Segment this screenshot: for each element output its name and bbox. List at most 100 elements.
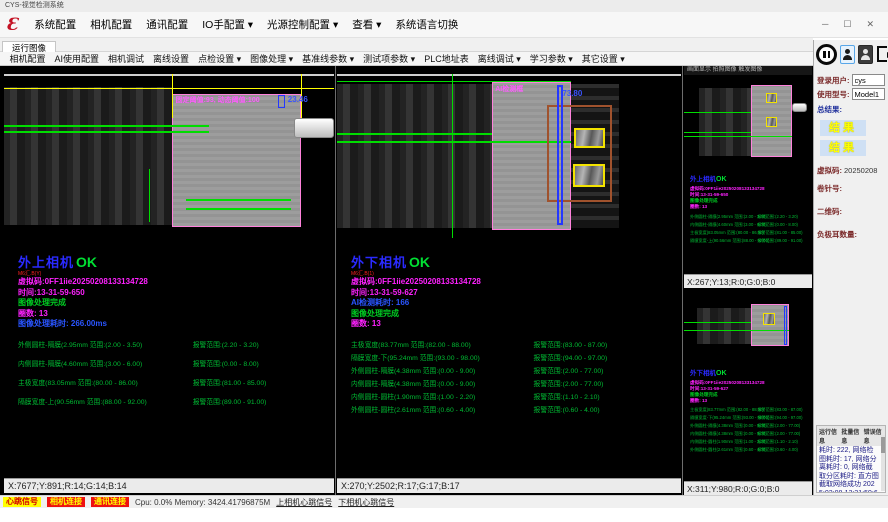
measurement-row: 隔膜宽度-下(95.24mm 范围:(93.00 - 98.00)报警范围:(9…: [351, 352, 677, 365]
panel-separator: [682, 66, 683, 495]
green-baseline: [186, 199, 292, 201]
close-icon[interactable]: ✕: [866, 19, 874, 30]
lower-camera-heartbeat-link[interactable]: 下相机心跳信号: [338, 497, 394, 508]
time-line: 时间:13-31-59-650: [18, 288, 330, 299]
measurement-row: 隔膜宽度-上(90.56mm 范围:(88.00 - 92.00)报警范围:(8…: [18, 396, 330, 415]
yellow-guide-line: [172, 74, 173, 118]
measure-value-label: 73.80: [562, 89, 582, 98]
sidebar-buttons: [814, 40, 888, 67]
result-box-lower: 结果: [820, 140, 866, 156]
menu-bar: Ɛ 系统配置 相机配置 通讯配置 IO手配置 ▾ 光源控制配置 ▾ 查看 ▾ 系…: [0, 12, 888, 38]
tool-image-processing[interactable]: 图像处理 ▾: [246, 52, 298, 65]
measurement-row: 外侧圆柱-圆柱(2.61mm 范围:(0.60 - 4.00)报警范围:(0.6…: [351, 404, 677, 417]
log-scrollbar[interactable]: [881, 435, 885, 491]
door-icon: [877, 46, 887, 62]
barcode-line: 虚拟码:0FF1iie20250208133134728: [351, 277, 677, 288]
tool-plc-address[interactable]: PLC地址表: [420, 52, 474, 65]
thumbnail-lower-image: [684, 296, 812, 356]
result-ok-label: OK: [409, 254, 430, 270]
tool-other-settings[interactable]: 其它设置 ▾: [577, 52, 629, 65]
info-log-text: 耗时: 222, 网络检图耗时: 17, 网络分离耗时: 0, 网络截取分区耗时…: [817, 446, 885, 493]
camera-connection-badge: 相机连接: [47, 497, 85, 507]
lower-pixel-coords: X:270;Y:2502;R:17;G:17;B:17: [337, 478, 681, 493]
user-logout-button[interactable]: [858, 45, 873, 64]
barcode-line: 虚拟码:0FF1iie20250208133134728: [18, 277, 330, 288]
exit-button[interactable]: [876, 45, 888, 64]
threshold-label: 固定阈值:93, 动态阈值:100: [176, 95, 260, 105]
result-ok-label: OK: [76, 254, 97, 270]
measure-marker-box: [557, 85, 563, 224]
tool-camera-config[interactable]: 相机配置: [5, 52, 50, 65]
login-user-label: 登录用户:: [817, 75, 850, 86]
maximize-icon[interactable]: ☐: [843, 19, 851, 30]
green-baseline: [337, 133, 492, 135]
tab-foil-box: [573, 164, 606, 187]
menu-camera-config[interactable]: 相机配置: [83, 17, 139, 32]
info-tab-run[interactable]: 运行信息: [819, 427, 838, 445]
measurement-row: 外侧圆柱-隔膜(2.95mm 范围:(2.00 - 3.50)报警范围:(2.2…: [18, 339, 330, 358]
user-login-button[interactable]: [840, 45, 855, 64]
tool-learning-params[interactable]: 学习参数 ▾: [525, 52, 577, 65]
info-log-panel: 运行信息 批量信息 错误信息 耗时: 222, 网络检图耗时: 17, 网络分离…: [816, 425, 886, 493]
app-logo-icon: Ɛ: [6, 15, 18, 35]
measurement-row: 内侧圆柱-圆柱(1.90mm 范围:(1.00 - 2.20)报警范围:(1.1…: [351, 391, 677, 404]
comm-connection-badge: 通讯连接: [91, 497, 129, 507]
green-baseline: [186, 208, 292, 210]
measurement-row: 内侧圆柱-隔膜(4.60mm 范围:(3.00 - 6.00)报警范围:(0.0…: [18, 358, 330, 377]
scrollbar-thumb[interactable]: [881, 437, 885, 453]
tab-count-label: 负极耳数量:: [817, 229, 857, 240]
ai-frame-label: AI检测框: [495, 84, 523, 94]
thumbnail-upper[interactable]: 外上相机OK 虚拟码:0FF1iie20250208133134728 时间:1…: [684, 76, 812, 288]
thumbnail-upper-text: 外上相机OK 虚拟码:0FF1iie20250208133134728 时间:1…: [690, 168, 810, 246]
measurement-row: 外侧圆柱-隔膜(4.38mm 范围:(0.00 - 9.00)报警范围:(2.0…: [351, 365, 677, 378]
image-top-line: [4, 74, 334, 76]
tool-baseline-params[interactable]: 基准线参数 ▾: [298, 52, 359, 65]
menu-language[interactable]: 系统语言切换: [388, 17, 465, 32]
upper-pixel-coords: X:7677;Y:891;R:14;G:14;B:14: [4, 478, 334, 493]
menu-io-config[interactable]: IO手配置 ▾: [195, 17, 260, 32]
cpu-memory-status: Cpu: 0.0% Memory: 3424.41796875M: [135, 498, 270, 507]
camera-name-label: 外下相机: [351, 255, 407, 270]
tool-camera-debug[interactable]: 相机调试: [104, 52, 149, 65]
image-top-line: [337, 74, 681, 76]
camera-name-label: 外上相机: [18, 255, 74, 270]
pause-button[interactable]: [816, 44, 837, 65]
measurement-row: 主极宽度(83.77mm 范围:(82.00 - 88.00)报警范围:(83.…: [351, 339, 677, 352]
membrane-roi-box: [172, 94, 301, 227]
lower-camera-image[interactable]: 73.80 AI检测框: [337, 74, 681, 238]
menu-light-config[interactable]: 光源控制配置 ▾: [260, 17, 345, 32]
ai-elapsed-line: AI检测耗时: 166: [351, 298, 677, 309]
thumbnail-lower[interactable]: 外下相机OK 虚拟码:0FF1iie20250208133134728 时间:1…: [684, 294, 812, 495]
green-baseline: [149, 169, 150, 221]
count-line: 圈数: 13: [18, 309, 330, 320]
menu-view[interactable]: 查看 ▾: [345, 17, 388, 32]
tool-spotcheck-settings[interactable]: 点检设置 ▾: [194, 52, 246, 65]
tape-roller: [294, 118, 334, 138]
tool-offline-debug[interactable]: 离线调试 ▾: [473, 52, 525, 65]
upper-camera-image[interactable]: 23.46 固定阈值:93, 动态阈值:100: [4, 74, 334, 238]
tab-foil-box: [574, 128, 605, 148]
thumbnail-column: 画面显示 拍照图像 触发图像 外上相机OK 虚拟码:0FF1iie2025020…: [684, 66, 812, 495]
heartbeat-status-badge: 心跳信号: [3, 497, 41, 507]
measure-marker-box: [278, 95, 285, 108]
menu-system-config[interactable]: 系统配置: [27, 17, 83, 32]
tool-ai-config[interactable]: AI使用配置: [50, 52, 104, 65]
tool-offline-settings[interactable]: 离线设置: [149, 52, 194, 65]
measurement-row: 内侧圆柱-隔膜(4.38mm 范围:(0.00 - 9.00)报警范围:(2.0…: [351, 378, 677, 391]
model-input[interactable]: [852, 88, 886, 100]
qr-code-label: 二维码:: [817, 206, 842, 217]
elapsed-line: 图像处理耗时: 266.00ms: [18, 319, 330, 330]
login-user-input[interactable]: [852, 74, 886, 86]
total-result-label: 总结果:: [817, 104, 842, 115]
minimize-icon[interactable]: ─: [822, 19, 828, 30]
measurement-row: 主极宽度(83.05mm 范围:(80.00 - 86.00)报警范围:(81.…: [18, 377, 330, 396]
menu-comm-config[interactable]: 通讯配置: [139, 17, 195, 32]
camera-panel-upper: 23.46 固定阈值:93, 动态阈值:100 外上相机OK M6汇.B(Y) …: [4, 66, 334, 495]
info-tab-batch[interactable]: 批量信息: [841, 427, 860, 445]
upper-camera-heartbeat-link[interactable]: 上相机心跳信号: [276, 497, 332, 508]
virtual-code-value: 20250208: [844, 166, 877, 175]
tool-test-params[interactable]: 测试项参数 ▾: [359, 52, 420, 65]
green-baseline: [337, 141, 571, 143]
measurement-rows: 外侧圆柱-隔膜(2.95mm 范围:(2.00 - 3.50)报警范围:(2.2…: [18, 339, 330, 415]
count-line: 圈数: 13: [351, 319, 677, 330]
